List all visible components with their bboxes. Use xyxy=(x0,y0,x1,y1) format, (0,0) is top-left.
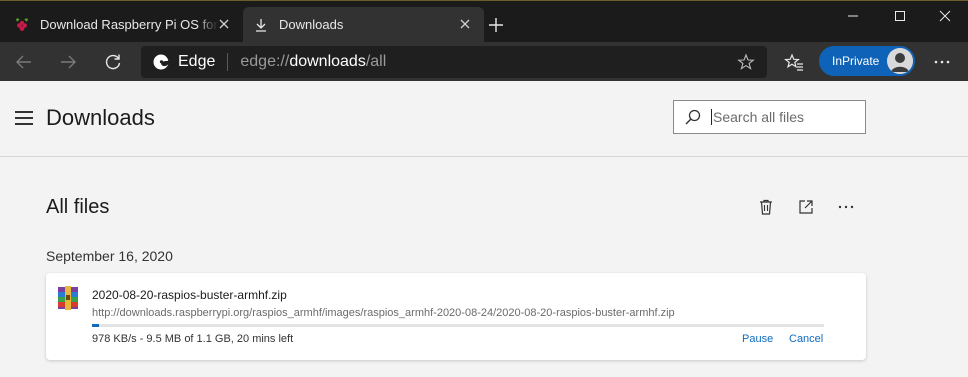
url-scheme: edge:// xyxy=(240,53,290,70)
forward-icon[interactable] xyxy=(58,52,78,72)
cancel-button[interactable]: Cancel xyxy=(789,333,823,345)
pause-button[interactable]: Pause xyxy=(742,333,773,345)
download-status: 978 KB/s - 9.5 MB of 1.1 GB, 20 mins lef… xyxy=(92,333,294,345)
section-title: All files xyxy=(46,196,110,218)
search-input[interactable] xyxy=(711,109,861,125)
inprivate-label: InPrivate xyxy=(832,54,880,68)
tab-label: Download Raspberry Pi OS for Raspberry P… xyxy=(40,17,218,32)
open-folder-icon[interactable] xyxy=(797,198,815,216)
date-group-label: September 16, 2020 xyxy=(46,248,173,264)
raspberry-icon xyxy=(14,17,30,33)
tab-raspberry-pi[interactable]: Download Raspberry Pi OS for Raspberry P… xyxy=(0,7,243,42)
maximize-icon[interactable] xyxy=(877,0,923,32)
favorites-icon[interactable] xyxy=(784,52,804,72)
url-path: /all xyxy=(365,53,387,70)
close-icon[interactable] xyxy=(458,17,472,31)
titlebar-accent xyxy=(0,0,968,1)
refresh-icon[interactable] xyxy=(103,52,123,72)
avatar xyxy=(887,48,913,74)
tab-label: Downloads xyxy=(279,17,344,32)
title-bar: Download Raspberry Pi OS for Raspberry P… xyxy=(0,0,968,42)
search-icon xyxy=(684,108,702,126)
delete-icon[interactable] xyxy=(757,198,775,216)
address-bar[interactable]: Edge edge://downloads/all xyxy=(141,46,767,78)
download-item[interactable]: 2020-08-20-raspios-buster-armhf.zip http… xyxy=(46,273,866,360)
file-name[interactable]: 2020-08-20-raspios-buster-armhf.zip xyxy=(92,288,287,302)
tab-downloads[interactable]: Downloads xyxy=(243,7,484,42)
minimize-icon[interactable] xyxy=(830,0,876,32)
download-progress-fill xyxy=(92,324,99,327)
edge-label: Edge xyxy=(178,53,216,70)
menu-icon[interactable] xyxy=(15,111,33,125)
favorite-star-icon[interactable] xyxy=(737,53,755,71)
download-icon xyxy=(253,17,269,33)
inprivate-button[interactable]: InPrivate xyxy=(819,46,915,76)
more-options-icon[interactable] xyxy=(837,198,855,216)
address-separator xyxy=(227,53,229,71)
url-text: edge://downloads/all xyxy=(240,53,386,71)
download-progress-bar xyxy=(92,324,824,327)
close-icon[interactable] xyxy=(217,17,231,31)
search-box[interactable] xyxy=(673,100,866,134)
edge-logo-icon xyxy=(152,53,170,71)
browser-toolbar: Edge edge://downloads/all InPrivate xyxy=(0,42,968,81)
more-options-icon[interactable] xyxy=(932,52,952,72)
file-source-url: http://downloads.raspberrypi.org/raspios… xyxy=(92,307,675,319)
back-icon[interactable] xyxy=(14,52,34,72)
archive-file-icon xyxy=(56,285,80,311)
page-title: Downloads xyxy=(46,105,155,130)
new-tab-icon[interactable] xyxy=(487,16,505,34)
url-host: downloads xyxy=(289,53,366,70)
window-close-icon[interactable] xyxy=(922,0,968,32)
downloads-header: Downloads xyxy=(0,81,968,157)
